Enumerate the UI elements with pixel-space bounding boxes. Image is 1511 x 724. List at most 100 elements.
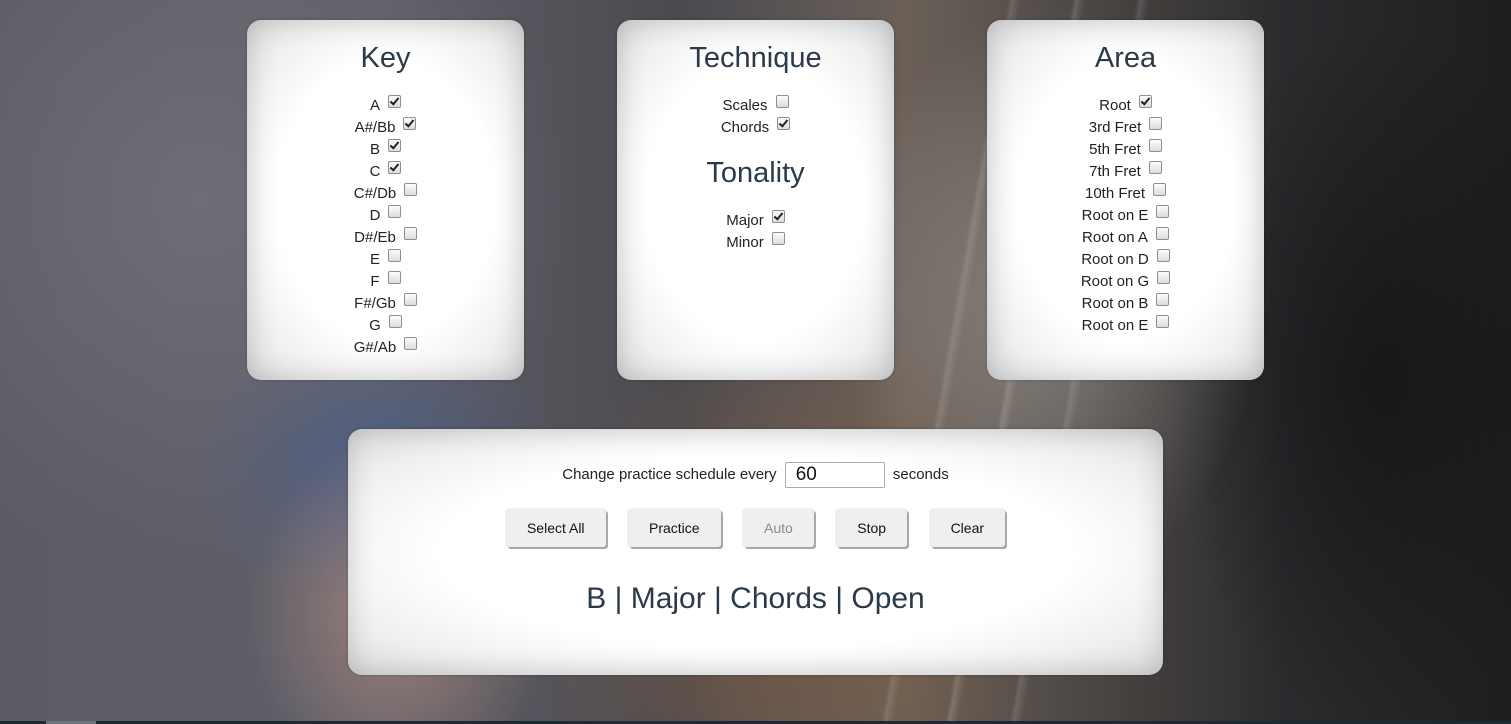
schedule-prefix-label: Change practice schedule every: [562, 466, 777, 483]
key-option-row: D: [247, 204, 524, 227]
tonality-option-checkbox[interactable]: [771, 209, 785, 223]
area-option-row: 10th Fret: [987, 182, 1264, 205]
area-option-checkbox[interactable]: [1156, 314, 1170, 328]
key-option-label: B: [369, 141, 380, 158]
key-option-checkbox[interactable]: [404, 182, 418, 196]
key-option-checkbox[interactable]: [388, 204, 402, 218]
area-option-label: 3rd Fret: [1088, 119, 1142, 136]
key-option-checkbox[interactable]: [388, 94, 401, 108]
area-option-checkbox[interactable]: [1157, 270, 1171, 284]
key-title: Key: [360, 42, 411, 74]
area-option-checkbox[interactable]: [1148, 160, 1162, 174]
technique-option-row: Scales: [617, 94, 894, 117]
key-option-row: G#/Ab: [247, 336, 524, 359]
area-option-row: 3rd Fret: [987, 116, 1264, 139]
area-panel: Area Root 3rd Fret 5th Fret 7th Fret 10th Fr…: [987, 20, 1264, 380]
key-option-label: G#/Ab: [353, 339, 397, 356]
auto-button[interactable]: Auto: [743, 509, 814, 547]
technique-option-row: Chords: [617, 116, 894, 139]
tonality-option-label: Minor: [726, 234, 764, 251]
key-options: A A#/Bb B C C#/Db D D#/Eb E F F#/Gb G G#/Ab: [247, 94, 524, 359]
area-option-row: Root on E: [987, 204, 1264, 227]
key-option-checkbox[interactable]: [404, 336, 418, 350]
area-option-label: 7th Fret: [1089, 163, 1141, 180]
area-option-row: 5th Fret: [987, 138, 1264, 161]
key-option-label: D#/Eb: [354, 229, 396, 246]
area-title: Area: [1094, 42, 1157, 74]
area-option-checkbox[interactable]: [1153, 182, 1167, 196]
key-option-label: C#/Db: [353, 185, 397, 202]
key-option-checkbox[interactable]: [403, 226, 417, 240]
area-option-row: Root: [987, 94, 1264, 117]
tonality-option-label: Major: [726, 212, 764, 229]
key-option-label: C: [369, 163, 381, 180]
key-option-label: D: [369, 207, 381, 224]
area-option-checkbox[interactable]: [1156, 292, 1170, 306]
area-option-row: Root on D: [987, 248, 1264, 271]
area-option-label: Root on D: [1081, 251, 1149, 268]
key-option-row: F#/Gb: [247, 292, 524, 315]
area-option-checkbox[interactable]: [1156, 248, 1170, 262]
button-row: Select All Practice Auto Stop Clear: [348, 509, 1163, 549]
key-option-checkbox[interactable]: [388, 314, 402, 328]
key-option-checkbox[interactable]: [387, 270, 401, 284]
area-option-row: Root on B: [987, 292, 1264, 315]
area-option-checkbox[interactable]: [1138, 94, 1152, 108]
schedule-seconds-input[interactable]: [784, 462, 885, 489]
area-option-row: 7th Fret: [987, 160, 1264, 183]
key-option-row: B: [247, 138, 524, 161]
key-option-row: C#/Db: [247, 182, 524, 205]
area-option-label: Root on E: [1081, 207, 1149, 224]
technique-option-checkbox[interactable]: [777, 116, 791, 130]
key-option-row: C: [247, 160, 524, 183]
key-option-label: E: [369, 251, 380, 268]
key-option-checkbox[interactable]: [388, 160, 402, 174]
area-option-checkbox[interactable]: [1148, 138, 1162, 152]
technique-option-label: Scales: [722, 97, 768, 114]
select-all-button[interactable]: Select All: [505, 509, 606, 547]
area-option-label: Root: [1099, 97, 1131, 114]
stop-button[interactable]: Stop: [836, 509, 908, 547]
key-option-label: F: [370, 273, 380, 290]
key-option-row: A: [247, 94, 524, 117]
key-option-row: F: [247, 270, 524, 293]
area-option-label: Root on B: [1081, 295, 1149, 312]
tonality-options: Major Minor: [617, 209, 894, 254]
area-option-label: Root on G: [1080, 273, 1150, 290]
key-option-checkbox[interactable]: [403, 292, 417, 306]
key-option-label: G: [369, 317, 381, 334]
schedule-suffix-label: seconds: [892, 466, 949, 483]
area-option-label: Root on E: [1081, 317, 1149, 334]
area-option-checkbox[interactable]: [1156, 204, 1170, 218]
tonality-option-row: Minor: [617, 231, 894, 254]
area-options: Root 3rd Fret 5th Fret 7th Fret 10th Fret Roo…: [987, 94, 1264, 337]
key-option-row: A#/Bb: [247, 116, 524, 139]
technique-option-checkbox[interactable]: [775, 94, 789, 108]
area-option-checkbox[interactable]: [1155, 226, 1169, 240]
tonality-title: Tonality: [706, 157, 805, 189]
key-option-label: F#/Gb: [354, 295, 396, 312]
key-panel: Key A A#/Bb B C C#/Db D D#/Eb E F F#/Gb G G#/Ab: [247, 20, 524, 380]
area-option-checkbox[interactable]: [1149, 116, 1163, 130]
area-option-label: Root on A: [1082, 229, 1148, 246]
control-panel: Change practice schedule every seconds S…: [348, 429, 1163, 675]
technique-panel: Technique Scales Chords Tonality Major Min…: [617, 20, 894, 380]
area-option-row: Root on A: [987, 226, 1264, 249]
key-option-checkbox[interactable]: [388, 138, 401, 152]
area-option-row: Root on G: [987, 270, 1264, 293]
key-option-row: G: [247, 314, 524, 337]
key-option-checkbox[interactable]: [388, 248, 401, 262]
practice-button[interactable]: Practice: [628, 509, 721, 547]
technique-option-label: Chords: [720, 119, 770, 136]
key-option-row: E: [247, 248, 524, 271]
tonality-option-checkbox[interactable]: [771, 231, 785, 245]
tonality-option-row: Major: [617, 209, 894, 232]
key-option-checkbox[interactable]: [403, 116, 417, 130]
area-option-label: 5th Fret: [1089, 141, 1141, 158]
clear-button[interactable]: Clear: [929, 509, 1006, 547]
key-option-row: D#/Eb: [247, 226, 524, 249]
schedule-row: Change practice schedule every seconds: [348, 460, 1163, 490]
key-option-label: A: [369, 97, 380, 114]
area-option-label: 10th Fret: [1084, 185, 1146, 202]
technique-options: Scales Chords: [617, 94, 894, 139]
